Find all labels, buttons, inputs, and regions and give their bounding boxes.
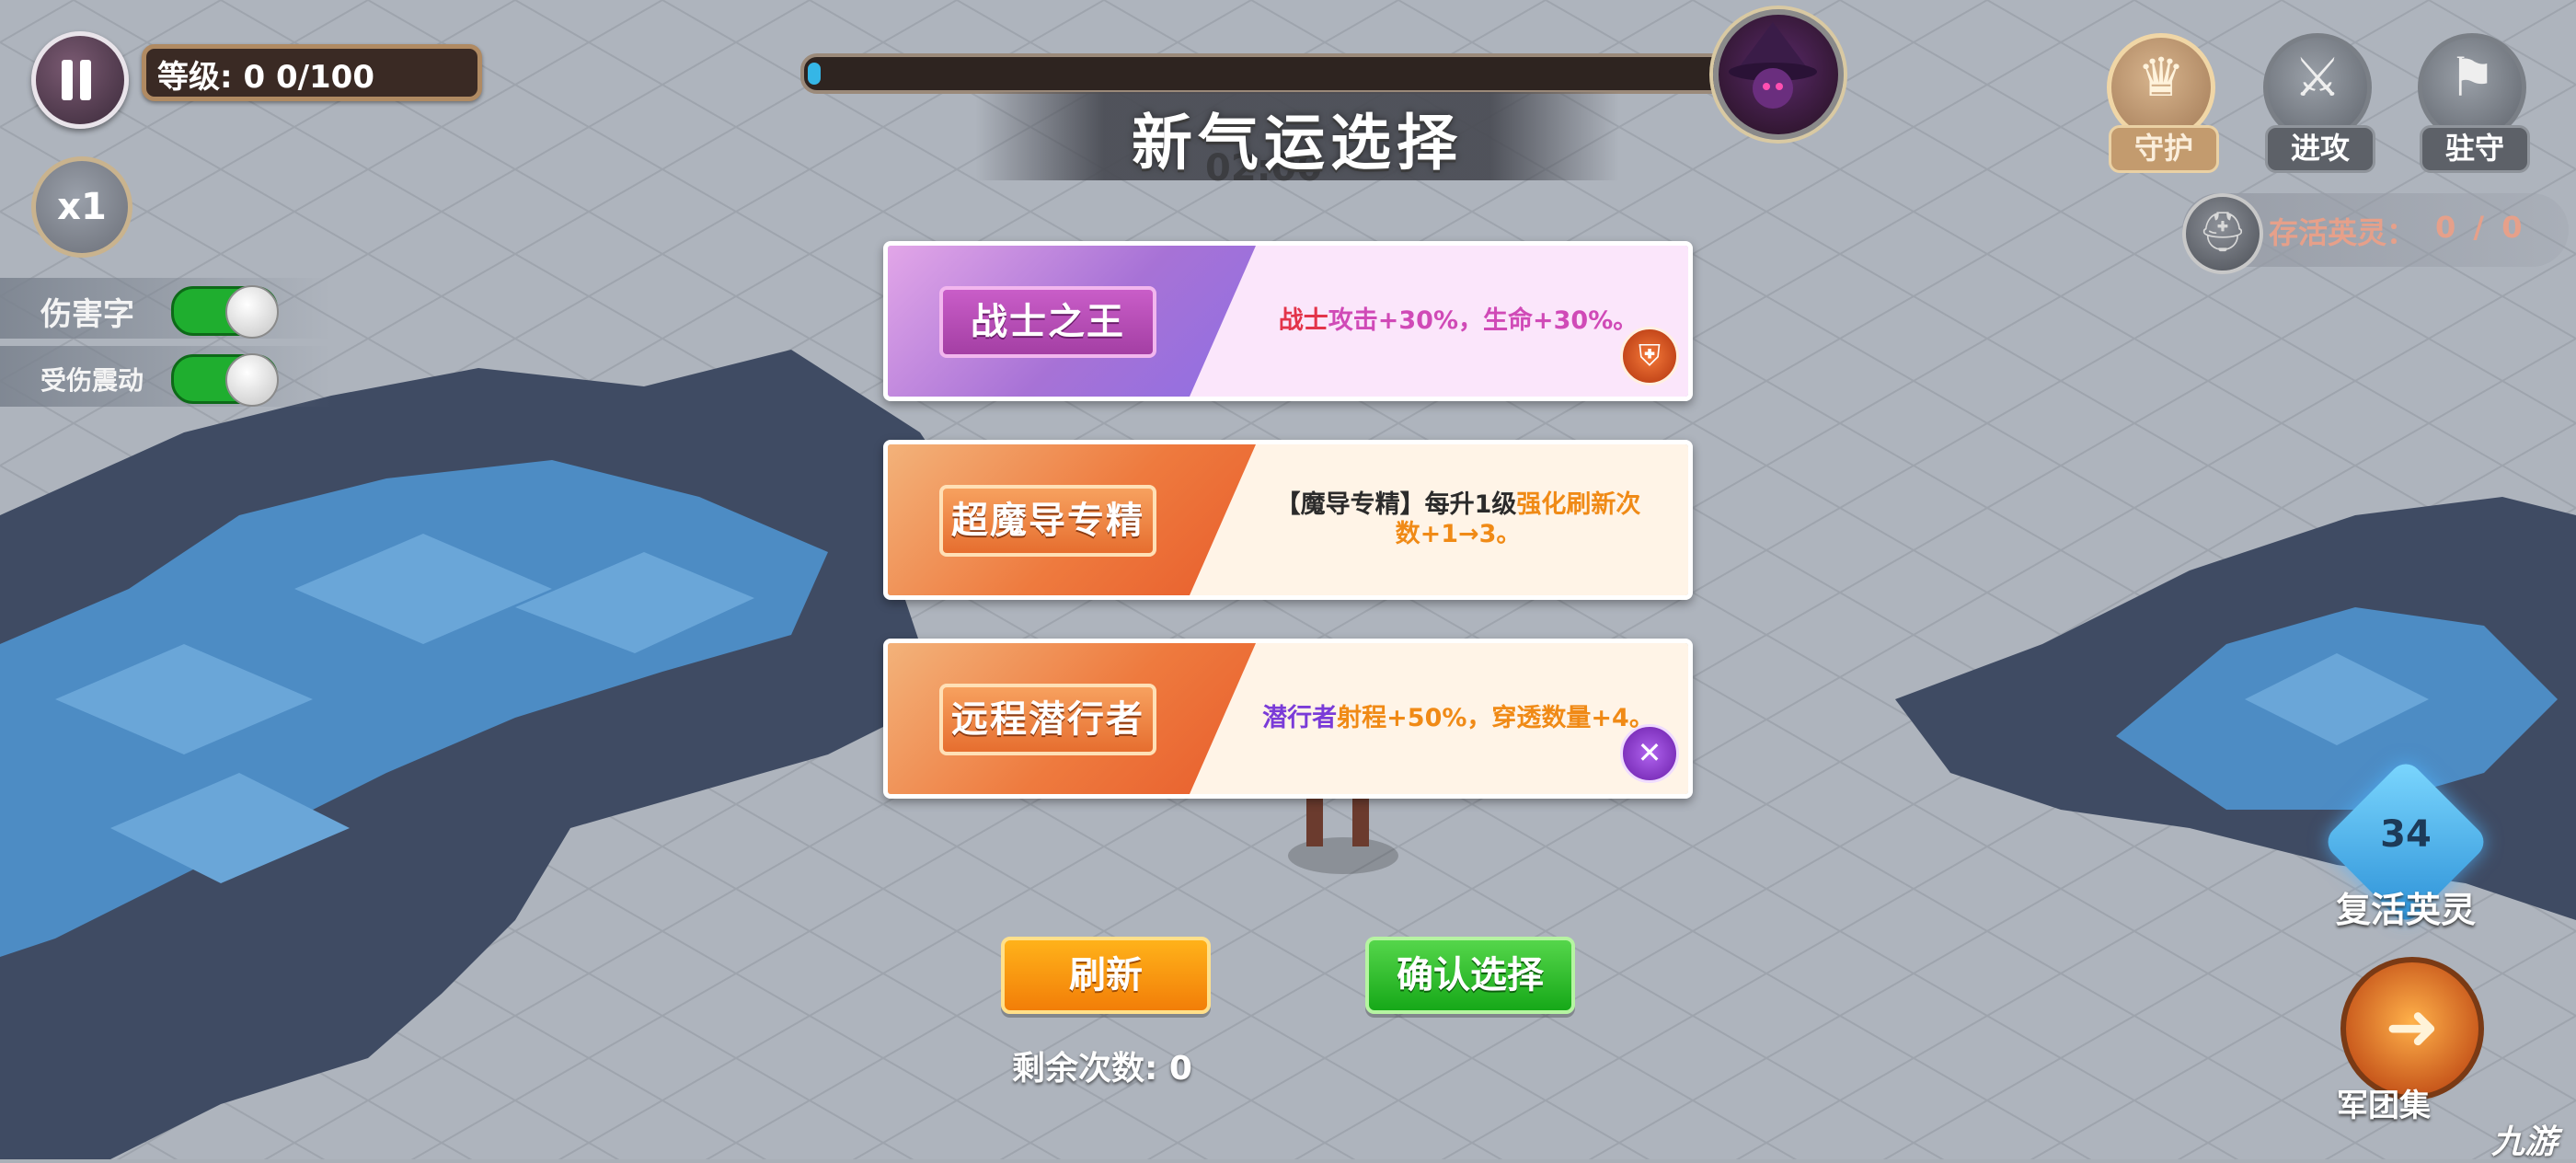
legion-label: 军团集: [2337, 1088, 2431, 1124]
fortune-card-1[interactable]: 战士之王 战士攻击+30%，生命+30%。 ⛨: [883, 241, 1693, 401]
fortune-card-2[interactable]: 超魔导专精 【魔导专精】每升1级强化刷新次数+1→3。: [883, 440, 1693, 600]
card-title: 超魔导专精: [939, 485, 1156, 557]
wave-progress-fill: [808, 63, 821, 85]
damage-text-label: 伤害字: [40, 296, 134, 333]
banner-icon: ⚑: [2448, 46, 2496, 109]
wave-progress-bar: [800, 53, 1746, 94]
card-title: 战士之王: [939, 286, 1156, 358]
hit-shake-toggle-row: 受伤震动: [0, 346, 331, 407]
rally-arrow-icon: ➜: [2385, 989, 2440, 1065]
watermark: 九游: [2491, 1123, 2559, 1161]
mode-garrison-button[interactable]: ⚑ 驻守: [2410, 26, 2534, 173]
card-description: 潜行者射程+50%，穿透数量+4。: [1262, 704, 1654, 732]
witch-boss-icon: [1729, 22, 1817, 109]
surviving-heroes-label: 存活英灵：: [2269, 215, 2417, 250]
speed-button[interactable]: x1: [31, 156, 132, 258]
card-description: 【魔导专精】每升1级强化刷新次数+1→3。: [1275, 490, 1641, 548]
mode-attack-button[interactable]: ⚔ 进攻: [2256, 26, 2379, 173]
mode-attack-label: 进攻: [2265, 125, 2375, 173]
damage-text-toggle-row: 伤害字: [0, 278, 331, 339]
damage-text-toggle[interactable]: [171, 285, 279, 339]
level-label: 等级: [157, 59, 220, 96]
card-title: 远程潜行者: [939, 684, 1156, 755]
pause-icon: [62, 60, 73, 100]
refresh-button[interactable]: 刷新: [1001, 937, 1211, 1014]
level-value: 0: [243, 59, 266, 96]
fortune-card-3[interactable]: 远程潜行者 潜行者射程+50%，穿透数量+4。 ✕: [883, 639, 1693, 799]
boss-portrait: [1713, 9, 1844, 140]
mode-garrison-label: 驻守: [2420, 125, 2530, 173]
page-title: 新气运选择: [1132, 108, 1463, 178]
toggle-knob: [225, 353, 279, 407]
mode-guard-label: 守护: [2109, 125, 2219, 173]
remaining-count: 剩余次数: 0: [1012, 1050, 1192, 1088]
shield-icon: ⛨: [1620, 327, 1679, 386]
revive-label: 复活英灵: [2335, 890, 2476, 930]
toggle-knob: [225, 285, 279, 339]
pause-button[interactable]: [31, 31, 129, 129]
level-display: 等级: 0 0/100: [142, 44, 482, 101]
mode-guard-button[interactable]: ♛ 守护: [2099, 26, 2223, 173]
hit-shake-toggle[interactable]: [171, 353, 279, 407]
surviving-heroes-count: 0 / 0: [2435, 210, 2526, 245]
card-description: 战士攻击+30%，生命+30%。: [1278, 306, 1639, 335]
crown-icon: ♛: [2137, 46, 2185, 109]
helmet-icon: ⛑: [2182, 193, 2263, 274]
crossed-swords-icon: ⚔: [2294, 46, 2341, 109]
surviving-heroes: ⛑ 存活英灵： 0 / 0: [2182, 193, 2569, 274]
revive-count: 34: [2380, 813, 2432, 856]
legion-rally-button[interactable]: ➜: [2340, 957, 2484, 1100]
crossed-daggers-icon: ✕: [1620, 724, 1679, 783]
confirm-button[interactable]: 确认选择: [1365, 937, 1575, 1014]
level-progress: 0/100: [275, 59, 374, 96]
hit-shake-label: 受伤震动: [40, 365, 144, 396]
